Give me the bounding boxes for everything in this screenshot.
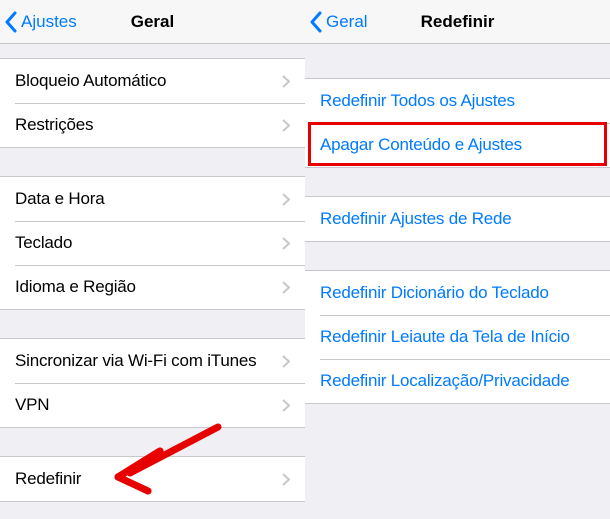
row-label: Teclado	[15, 233, 282, 253]
chevron-right-icon	[282, 193, 290, 206]
row-redefinir-rede[interactable]: Redefinir Ajustes de Rede	[305, 197, 610, 241]
chevron-right-icon	[282, 119, 290, 132]
group-lock: Bloqueio Automático Restrições	[0, 58, 305, 148]
row-idioma-regiao[interactable]: Idioma e Região	[0, 265, 305, 309]
pane-redefinir: Geral Redefinir Redefinir Todos os Ajust…	[305, 0, 610, 519]
row-label: Sincronizar via Wi-Fi com iTunes	[15, 351, 282, 371]
row-redefinir[interactable]: Redefinir	[0, 457, 305, 501]
chevron-left-icon	[309, 11, 322, 33]
row-apagar-conteudo[interactable]: Apagar Conteúdo e Ajustes	[305, 123, 610, 167]
row-redefinir-todos[interactable]: Redefinir Todos os Ajustes	[305, 79, 610, 123]
back-label: Geral	[326, 12, 368, 32]
row-data-hora[interactable]: Data e Hora	[0, 177, 305, 221]
row-redefinir-leiaute[interactable]: Redefinir Leiaute da Tela de Início	[305, 315, 610, 359]
back-to-ajustes[interactable]: Ajustes	[4, 0, 77, 44]
row-redefinir-dicionario[interactable]: Redefinir Dicionário do Teclado	[305, 271, 610, 315]
row-label: Idioma e Região	[15, 277, 282, 297]
row-redefinir-localizacao[interactable]: Redefinir Localização/Privacidade	[305, 359, 610, 403]
row-teclado[interactable]: Teclado	[0, 221, 305, 265]
row-bloqueio-automatico[interactable]: Bloqueio Automático	[0, 59, 305, 103]
row-label: Data e Hora	[15, 189, 282, 209]
row-label: Redefinir Ajustes de Rede	[320, 209, 595, 229]
row-label: Redefinir Dicionário do Teclado	[320, 283, 595, 303]
group-reset: Redefinir	[0, 456, 305, 502]
row-label: Bloqueio Automático	[15, 71, 282, 91]
pane-geral: Ajustes Geral Bloqueio Automático Restri…	[0, 0, 305, 519]
row-label: Redefinir	[15, 469, 282, 489]
navbar-left: Ajustes Geral	[0, 0, 305, 44]
chevron-right-icon	[282, 281, 290, 294]
chevron-right-icon	[282, 75, 290, 88]
row-sincronizar-wifi[interactable]: Sincronizar via Wi-Fi com iTunes	[0, 339, 305, 383]
group-reset-network: Redefinir Ajustes de Rede	[305, 196, 610, 242]
navbar-right: Geral Redefinir	[305, 0, 610, 44]
row-label: Redefinir Todos os Ajustes	[320, 91, 595, 111]
row-restricoes[interactable]: Restrições	[0, 103, 305, 147]
chevron-right-icon	[282, 237, 290, 250]
chevron-right-icon	[282, 399, 290, 412]
back-to-geral[interactable]: Geral	[309, 0, 368, 44]
chevron-right-icon	[282, 473, 290, 486]
chevron-right-icon	[282, 355, 290, 368]
group-locale: Data e Hora Teclado Idioma e Região	[0, 176, 305, 310]
row-label: Redefinir Localização/Privacidade	[320, 371, 595, 391]
row-label: Redefinir Leiaute da Tela de Início	[320, 327, 595, 347]
back-label: Ajustes	[21, 12, 77, 32]
row-vpn[interactable]: VPN	[0, 383, 305, 427]
row-label: Restrições	[15, 115, 282, 135]
group-sync: Sincronizar via Wi-Fi com iTunes VPN	[0, 338, 305, 428]
chevron-left-icon	[4, 11, 17, 33]
row-label: VPN	[15, 395, 282, 415]
row-label: Apagar Conteúdo e Ajustes	[320, 135, 595, 155]
group-reset-misc: Redefinir Dicionário do Teclado Redefini…	[305, 270, 610, 404]
group-reset-all: Redefinir Todos os Ajustes Apagar Conteú…	[305, 78, 610, 168]
